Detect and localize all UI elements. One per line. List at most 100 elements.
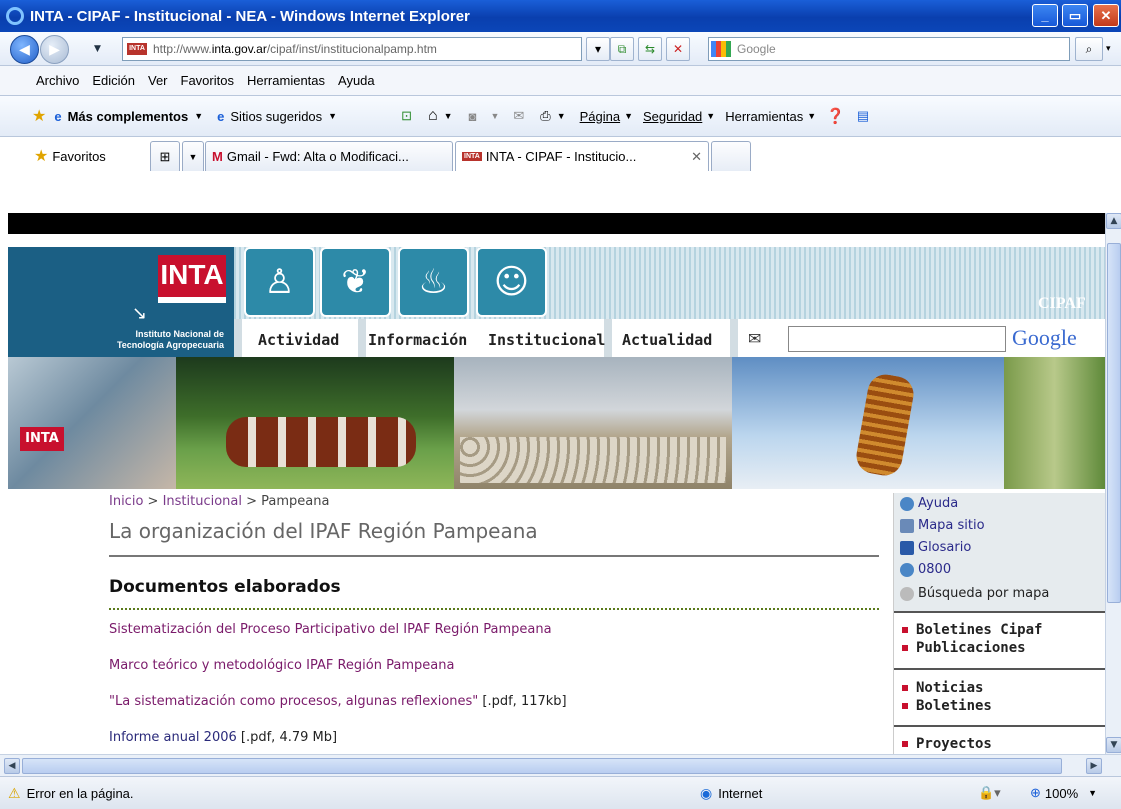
minimize-button[interactable]: _ [1032,4,1058,27]
scroll-down-icon[interactable]: ▼ [1106,737,1121,753]
site-search-input[interactable] [788,326,1006,352]
address-bar[interactable]: INTA http://www. inta.gov.ar/cipaf/inst/i… [122,37,582,61]
inta-logo-block[interactable]: INTA ↘ Instituto Nacional de Tecnología … [8,247,234,357]
horizontal-scroll-thumb[interactable] [22,758,1062,774]
noticias-link[interactable]: Noticias [902,680,983,696]
publicaciones-link[interactable]: Publicaciones [902,640,1026,656]
mate-icon[interactable]: ♨ [398,247,469,317]
menu-ver[interactable]: Ver [148,73,168,88]
refresh-icon[interactable]: ⇆ [638,37,662,61]
vertical-scrollbar[interactable]: ▲ ▼ [1105,213,1121,754]
document-title[interactable]: Marco teórico y metodológico IPAF Región… [109,658,454,673]
breadcrumb-home[interactable]: Inicio [109,494,143,509]
rss-dropdown-icon[interactable]: ▼ [490,111,499,121]
security-dropdown-icon[interactable]: ▼ [706,111,715,121]
proyectos-link[interactable]: Proyectos [902,736,992,752]
gaucho-icon[interactable]: ♙ [244,247,315,317]
help-icon[interactable]: ❓ [826,107,845,125]
scroll-right-icon[interactable]: ▶ [1086,758,1102,774]
add-favorites-icon[interactable]: ★ [32,106,46,126]
vertical-scroll-thumb[interactable] [1107,243,1121,603]
quick-tabs-button[interactable]: ⊞ [150,141,180,171]
nav-informacion[interactable]: Información [368,331,467,349]
zoom-control[interactable]: ⊕ 100% ▼ [1030,785,1097,801]
menu-archivo[interactable]: Archivo [36,73,79,88]
close-button[interactable]: ✕ [1093,4,1119,27]
document-title[interactable]: "La sistematización como procesos, algun… [109,694,478,709]
home-icon[interactable]: ⌂ [428,107,438,125]
print-icon[interactable]: ⎙ [540,108,550,124]
tab-gmail[interactable]: M Gmail - Fwd: Alta o Modificaci... [205,141,453,171]
compatibility-view-icon[interactable]: ⧉ [610,37,634,61]
close-tab-icon[interactable]: ✕ [691,149,702,165]
error-text: Error en la página. [26,786,134,801]
document-link[interactable]: "La sistematización como procesos, algun… [109,694,567,709]
tab-gmail-label: Gmail - Fwd: Alta o Modificaci... [226,149,409,164]
forward-button[interactable]: ▶ [40,35,69,64]
more-addons-button[interactable]: Más complementos [68,109,189,124]
document-link[interactable]: Marco teórico y metodológico IPAF Región… [109,658,454,673]
research-icon[interactable]: ▤ [857,108,869,124]
favorites-button[interactable]: ★ Favoritos [34,146,106,166]
security-menu[interactable]: Seguridad [643,109,702,124]
menu-herramientas[interactable]: Herramientas [247,73,325,88]
tab-list-dropdown-icon[interactable]: ▼ [182,141,204,171]
suggested-dropdown-icon[interactable]: ▼ [328,111,337,121]
google-logo[interactable]: Google [1012,325,1077,351]
maximize-button[interactable]: ▭ [1062,4,1088,27]
suggested-sites-button[interactable]: Sitios sugeridos [230,109,322,124]
command-bar: ★ e Más complementos ▼ e Sitios sugerido… [0,96,1121,137]
document-link[interactable]: Sistematización del Proceso Participativ… [109,622,552,637]
glossary-link[interactable]: Glosario [900,540,971,555]
nav-sep [234,319,242,357]
tools-dropdown-icon[interactable]: ▼ [807,111,816,121]
boletines-cipaf-link[interactable]: Boletines Cipaf [902,622,1042,638]
page-dropdown-icon[interactable]: ▼ [624,111,633,121]
nav-actividad[interactable]: Actividad [258,331,339,349]
tab-inta[interactable]: INTA INTA - CIPAF - Institucio... ✕ [455,141,709,171]
menu-favoritos[interactable]: Favoritos [181,73,234,88]
boletines-link[interactable]: Boletines [902,698,992,714]
address-dropdown-icon[interactable]: ▾ [586,37,610,61]
mail-icon[interactable]: ✉ [513,108,524,124]
print-dropdown-icon[interactable]: ▼ [557,111,566,121]
help-link[interactable]: Ayuda [900,496,958,511]
vegetables-icon[interactable]: ❦ [320,247,391,317]
documents-heading: Documentos elaborados [109,577,341,597]
map-search-link[interactable]: Búsqueda por mapa [900,586,1049,601]
phone-link[interactable]: 0800 [900,562,951,577]
breadcrumb-institucional[interactable]: Institucional [163,494,242,509]
top-black-band [8,213,1105,234]
document-title[interactable]: Informe anual 2006 [109,730,237,745]
document-link[interactable]: Informe anual 2006 [.pdf, 4.79 Mb] [109,730,337,745]
page-title: La organización del IPAF Región Pampeana [109,519,538,543]
scroll-up-icon[interactable]: ▲ [1106,213,1121,229]
zoom-dropdown-icon[interactable]: ▼ [1088,788,1097,798]
contact-mail-icon[interactable]: ✉ [748,329,761,348]
home-dropdown-icon[interactable]: ▼ [444,111,453,121]
page-menu[interactable]: Página [580,109,620,124]
family-icon[interactable]: ☺ [476,247,547,317]
globe-icon: ◉ [700,785,713,801]
nav-institucional[interactable]: Institucional [488,331,605,349]
more-addons-dropdown-icon[interactable]: ▼ [194,111,203,121]
search-options-icon[interactable]: ▾ [1106,44,1111,54]
protected-mode-icon[interactable]: 🔒▾ [978,785,1001,801]
horizontal-scrollbar[interactable]: ◀ ▶ [0,754,1121,776]
feeds-view-icon[interactable]: ⊡ [401,108,412,124]
menu-edicion[interactable]: Edición [92,73,135,88]
menu-ayuda[interactable]: Ayuda [338,73,375,88]
search-input[interactable]: Google [708,37,1070,61]
sitemap-link[interactable]: Mapa sitio [900,518,985,533]
nav-actualidad[interactable]: Actualidad [622,331,712,349]
new-tab-button[interactable] [711,141,751,171]
document-title[interactable]: Sistematización del Proceso Participativ… [109,622,552,637]
rss-icon[interactable]: ◙ [469,109,477,124]
recent-pages-dropdown-icon[interactable]: ▼ [94,44,101,54]
scroll-left-icon[interactable]: ◀ [4,758,20,774]
tools-menu[interactable]: Herramientas [725,109,803,124]
back-button[interactable]: ◀ [10,35,39,64]
search-icon[interactable]: ⌕ [1075,37,1103,61]
error-indicator[interactable]: ⚠ Error en la página. [8,785,134,802]
stop-icon[interactable]: ✕ [666,37,690,61]
